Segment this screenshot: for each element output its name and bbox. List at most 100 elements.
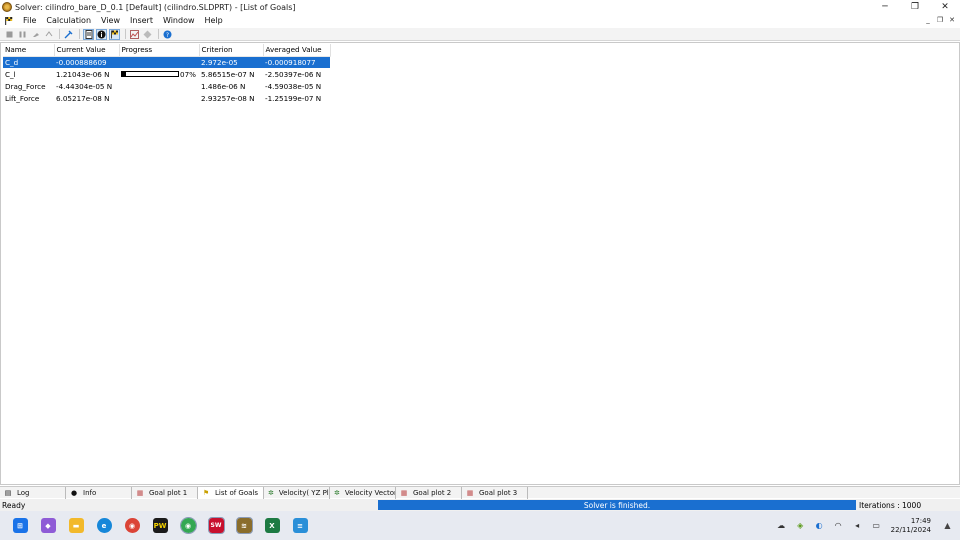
- info-icon[interactable]: [96, 28, 107, 40]
- file-explorer-icon: ▬: [68, 518, 84, 533]
- system-tray: ☁ ◈ ◐ ◠ ◂ ▭ 17:49 22/11/2024 ▲: [769, 511, 954, 540]
- nvidia-icon[interactable]: ◈: [794, 519, 807, 532]
- menu-file[interactable]: File: [18, 16, 41, 25]
- progress-text: 07%: [180, 69, 196, 79]
- weather-icon[interactable]: ☁: [775, 519, 788, 532]
- target-icon[interactable]: [142, 29, 153, 40]
- table-row[interactable]: C_d -0.000888609 2.972e-05 -0.000918077: [3, 56, 330, 68]
- pin-icon[interactable]: [30, 29, 41, 40]
- pause-icon[interactable]: [17, 29, 28, 40]
- goal-current-value: -0.000888609: [54, 56, 119, 68]
- chrome-profile-icon: ◉: [179, 517, 197, 534]
- taskbar: ⊞ ◆ ▬ e ◉ PW ◉ SW ≋ X ≡ ☁ ◈ ◐ ◠ ◂ ▭ 17:4…: [0, 511, 960, 540]
- copilot-icon: ◆: [40, 518, 56, 533]
- taskbar-pw-app[interactable]: PW: [146, 512, 174, 540]
- taskbar-edge[interactable]: e: [90, 512, 118, 540]
- windows-start-button[interactable]: ⊞: [6, 512, 34, 540]
- goal-progress: [119, 80, 199, 92]
- window-title: Solver: cilindro_bare_D_0.1 [Default] (c…: [15, 2, 296, 12]
- menu-view[interactable]: View: [96, 16, 125, 25]
- goal-plot-icon: ▦: [136, 489, 144, 497]
- goal-averaged-value: -1.25199e-07 N: [265, 93, 322, 103]
- goal-progress: [119, 56, 199, 68]
- menu-window[interactable]: Window: [158, 16, 200, 25]
- clock-date: 22/11/2024: [890, 525, 931, 534]
- tab-velocity-yz-plane[interactable]: ✲ Velocity( YZ Pla: [264, 487, 330, 499]
- menu-help[interactable]: Help: [200, 16, 228, 25]
- view-tabs: ▤ Log ● Info ▦ Goal plot 1 ⚑ List of Goals ✲…: [0, 486, 960, 499]
- progress-wrap: 07%: [121, 70, 197, 79]
- excel-icon: X: [264, 518, 280, 533]
- status-bar: Ready Solver is finished. Iterations : 1…: [0, 499, 960, 511]
- tab-goal-plot-1[interactable]: ▦ Goal plot 1: [132, 487, 198, 499]
- taskbar-chrome[interactable]: ◉: [118, 512, 146, 540]
- close-button[interactable]: ✕: [930, 0, 960, 14]
- column-header-averaged-value[interactable]: Averaged Value: [263, 44, 331, 57]
- notification-icon[interactable]: ▲: [941, 519, 954, 532]
- info-icon: ●: [70, 489, 78, 497]
- refresh-icon[interactable]: [43, 29, 54, 40]
- tab-label: Info: [83, 489, 97, 497]
- table-row[interactable]: Lift_Force 6.05217e-08 N 2.93257e-08 N -…: [3, 92, 330, 104]
- flag-icon: ⚑: [202, 489, 210, 497]
- security-icon[interactable]: ◐: [813, 519, 826, 532]
- column-header-current-value[interactable]: Current Value: [54, 44, 120, 57]
- clock[interactable]: 17:49 22/11/2024: [891, 517, 931, 535]
- maximize-button[interactable]: ❐: [900, 0, 930, 14]
- goal-current-value: 1.21043e-06 N: [56, 69, 110, 79]
- goal-criterion: 1.486e-06 N: [201, 81, 246, 91]
- taskbar-excel[interactable]: X: [258, 512, 286, 540]
- column-header-name[interactable]: Name: [3, 44, 55, 57]
- goal-current-value: -4.44304e-05 N: [56, 81, 113, 91]
- taskbar-file-explorer[interactable]: ▬: [62, 512, 90, 540]
- tab-log[interactable]: ▤ Log: [0, 487, 66, 499]
- menu-calculation[interactable]: Calculation: [41, 16, 96, 25]
- goal-tree-icon[interactable]: [63, 29, 74, 40]
- goal-criterion: 2.93257e-08 N: [201, 93, 255, 103]
- goal-name: C_l: [5, 69, 16, 79]
- flag-icon[interactable]: [109, 28, 120, 40]
- taskbar-notepad[interactable]: ≡: [286, 512, 314, 540]
- mdi-minimize-button[interactable]: _: [922, 14, 934, 27]
- document-icon[interactable]: [83, 28, 94, 40]
- tab-label: Velocity Vectors: [344, 489, 396, 497]
- tab-goal-plot-3[interactable]: ▦ Goal plot 3: [462, 487, 528, 499]
- tab-info[interactable]: ● Info: [66, 487, 132, 499]
- taskbar-solidworks[interactable]: SW: [202, 512, 230, 540]
- wifi-icon[interactable]: ◠: [832, 519, 845, 532]
- progress-fill: [122, 72, 126, 76]
- iterations-count: Iterations : 1000: [859, 500, 922, 510]
- title-bar: Solver: cilindro_bare_D_0.1 [Default] (c…: [0, 0, 960, 14]
- column-header-progress[interactable]: Progress: [119, 44, 200, 57]
- stop-icon[interactable]: [4, 29, 15, 40]
- tab-label: Goal plot 1: [149, 489, 188, 497]
- help-icon[interactable]: ?: [162, 29, 173, 40]
- battery-icon[interactable]: ▭: [870, 519, 883, 532]
- taskbar-flow-simulation[interactable]: ≋: [230, 512, 258, 540]
- table-row[interactable]: C_l 1.21043e-06 N 07% 5.86515e-07 N -2.5…: [3, 68, 330, 80]
- notepad-icon: ≡: [292, 518, 308, 533]
- goal-name: C_d: [3, 56, 54, 68]
- menu-insert[interactable]: Insert: [125, 16, 158, 25]
- goal-current-value: 6.05217e-08 N: [56, 93, 110, 103]
- chart-icon[interactable]: [129, 29, 140, 40]
- tab-list-of-goals[interactable]: ⚑ List of Goals: [198, 487, 264, 499]
- goal-averaged-value: -2.50397e-06 N: [265, 69, 322, 79]
- table-row[interactable]: Drag_Force -4.44304e-05 N 1.486e-06 N -4…: [3, 80, 330, 92]
- volume-icon[interactable]: ◂: [851, 519, 864, 532]
- taskbar-chrome-profile[interactable]: ◉: [174, 512, 202, 540]
- mdi-restore-button[interactable]: ❐: [934, 14, 946, 27]
- column-header-criterion[interactable]: Criterion: [199, 44, 264, 57]
- goal-progress: 07%: [119, 68, 199, 80]
- tab-label: Velocity( YZ Pla: [278, 489, 330, 497]
- mdi-controls: _ ❐ ✕: [922, 14, 958, 27]
- minimize-button[interactable]: ─: [870, 0, 900, 14]
- solver-status: Solver is finished.: [378, 500, 856, 510]
- goal-averaged-value: -4.59038e-05 N: [265, 81, 322, 91]
- taskbar-copilot[interactable]: ◆: [34, 512, 62, 540]
- tab-velocity-vectors[interactable]: ✲ Velocity Vectors: [330, 487, 396, 499]
- chrome-icon: ◉: [124, 518, 140, 533]
- tab-goal-plot-2[interactable]: ▦ Goal plot 2: [396, 487, 462, 499]
- toolbar-separator: [59, 29, 60, 39]
- mdi-close-button[interactable]: ✕: [946, 14, 958, 27]
